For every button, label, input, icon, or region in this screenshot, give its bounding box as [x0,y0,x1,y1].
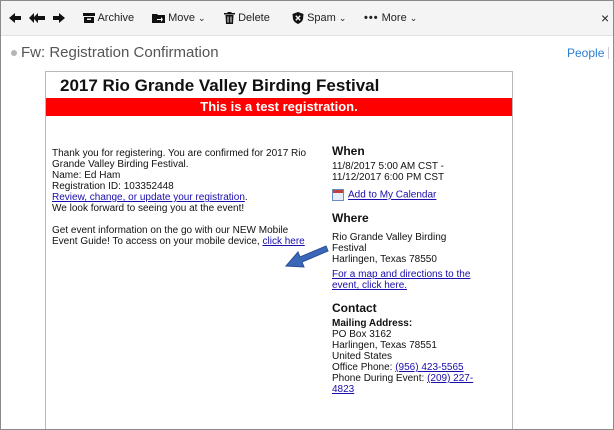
mailing-address-2: Harlingen, Texas 78551 [332,340,437,351]
archive-icon [83,13,95,24]
event-phone-label: Phone During Event: [332,373,425,384]
where-line-1: Rio Grande Valley Birding [332,232,447,243]
forward-button[interactable] [53,1,65,35]
reply-button[interactable] [9,1,21,35]
message-toolbar: Archive Move ⌄ Delete Spam ⌄ ••• More ⌄ … [1,1,613,36]
mailing-address-1: PO Box 3162 [332,329,392,340]
email-body: 2017 Rio Grande Valley Birding Festival … [45,71,513,429]
close-icon: × [601,10,610,26]
people-link[interactable]: People [567,36,604,70]
more-label: More [381,12,407,24]
when-start: 11/8/2017 5:00 AM CST - [332,161,444,172]
close-button[interactable]: × [601,1,609,35]
forward-arrow-icon [53,13,65,24]
registrant-name: Name: Ed Ham [52,170,121,181]
spam-button[interactable]: Spam ⌄ [292,1,346,35]
event-details: When 11/8/2017 5:00 AM CST - 11/12/2017 … [332,144,510,395]
archive-label: Archive [97,12,135,24]
shield-icon [292,12,304,25]
calendar-icon [332,189,344,201]
confirmation-text: Thank you for registering. You are confi… [52,148,324,247]
thanks-line-1: Thank you for registering. You are confi… [52,148,307,159]
office-phone-link[interactable]: (956) 423-5565 [395,362,463,373]
thanks-line-2: Grande Valley Birding Festival. [52,159,189,170]
reply-all-button[interactable] [29,1,45,35]
subject-bar: Fw: Registration Confirmation People [1,36,613,70]
event-phone-row: Phone During Event: (209) 227- [332,373,510,384]
where-line-2: Festival [332,243,367,254]
mobile-guide-text: Event Guide! To access on your mobile de… [52,236,260,247]
move-label: Move [168,12,195,24]
where-line-3: Harlingen, Texas 78550 [332,254,437,265]
reply-arrow-icon [9,13,21,24]
event-phone-link-cont[interactable]: 4823 [332,384,510,395]
mobile-guide-line-1: Get event information on the go with our… [52,225,289,236]
move-button[interactable]: Move ⌄ [152,1,206,35]
look-forward-text: We look forward to seeing you at the eve… [52,203,245,214]
chevron-down-icon: ⌄ [409,13,418,23]
ellipsis-icon: ••• [364,12,379,24]
mailing-address-3: United States [332,351,393,362]
delete-button[interactable]: Delete [224,1,270,35]
where-heading: Where [332,211,369,225]
event-title: 2017 Rio Grande Valley Birding Festival [60,76,380,95]
review-registration-link[interactable]: Review, change, or update your registrat… [52,192,245,203]
add-to-calendar-link[interactable]: Add to My Calendar [348,190,436,201]
when-heading: When [332,144,365,158]
registration-id: Registration ID: 103352448 [52,181,174,192]
when-end: 11/12/2017 6:00 PM CST [332,172,445,183]
archive-button[interactable]: Archive [83,1,134,35]
chevron-down-icon: ⌄ [198,13,206,23]
review-line: Review, change, or update your registrat… [52,192,324,203]
add-calendar-row: Add to My Calendar [332,189,510,201]
map-link-line-1[interactable]: For a map and directions to the [332,269,510,280]
reply-all-arrow-icon [29,13,45,24]
delete-label: Delete [238,12,270,24]
mail-window: Archive Move ⌄ Delete Spam ⌄ ••• More ⌄ … [0,0,614,430]
more-button[interactable]: ••• More ⌄ [364,1,417,35]
map-link-line-2[interactable]: event, click here. [332,280,510,291]
office-phone-row: Office Phone: (956) 423-5565 [332,362,510,373]
review-suffix: . [244,192,248,203]
pointer-arrow-icon [284,245,329,268]
divider [608,47,609,59]
event-phone-link[interactable]: (209) 227- [427,373,473,384]
test-registration-banner: This is a test registration. [46,98,512,116]
spam-label: Spam [307,12,336,24]
message-subject: Fw: Registration Confirmation [21,44,219,61]
contact-heading: Contact [332,301,377,315]
unread-dot-icon [11,50,17,56]
trash-icon [224,12,235,25]
mailing-address-label: Mailing Address: [332,318,413,329]
move-folder-icon [152,14,165,24]
chevron-down-icon: ⌄ [338,13,347,23]
office-phone-label: Office Phone: [332,362,393,373]
